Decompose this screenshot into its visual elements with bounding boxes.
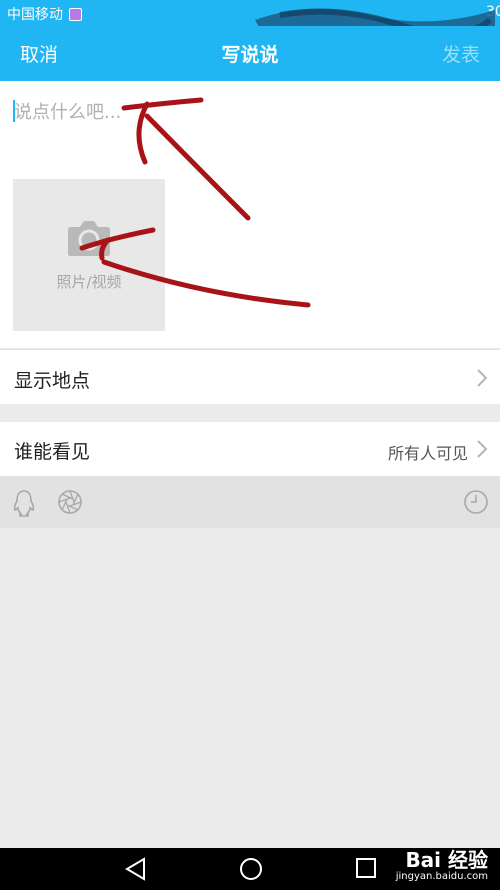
post-text-input[interactable] [14, 99, 474, 125]
carrier-info: 中国移动 [7, 4, 82, 24]
camera-icon [68, 221, 110, 256]
page-title: 写说说 [221, 44, 279, 66]
chevron-right-icon [477, 369, 488, 387]
qq-penguin-icon[interactable] [12, 489, 36, 517]
location-label: 显示地点 [14, 370, 91, 392]
clock-icon[interactable] [463, 489, 489, 515]
recents-square-icon[interactable] [354, 856, 378, 880]
visibility-row[interactable]: 谁能看见 所有人可见 [0, 422, 500, 476]
compose-area: 照片/视频 [0, 81, 500, 348]
watermark-brand: Bai 经验 [405, 848, 488, 872]
title-bar: 取消 写说说 发表 [0, 26, 500, 81]
home-circle-icon[interactable] [238, 856, 264, 882]
show-location-row[interactable]: 显示地点 [0, 349, 500, 404]
compose-toolbar [0, 476, 500, 528]
baidu-jingyan-watermark: Bai 经验 jingyan.baidu.com [396, 850, 488, 882]
system-nav-bar: Bai 经验 jingyan.baidu.com [0, 848, 500, 890]
visibility-value: 所有人可见 [387, 444, 468, 463]
chevron-right-icon [477, 440, 488, 458]
publish-button[interactable]: 发表 [442, 40, 480, 67]
sim-icon [69, 7, 82, 21]
media-label: 照片/视频 [56, 273, 122, 291]
add-media-button[interactable]: 照片/视频 [13, 179, 165, 331]
aperture-icon[interactable] [57, 489, 83, 515]
watermark-url: jingyan.baidu.com [395, 871, 488, 882]
carrier-name: 中国移动 [7, 7, 63, 23]
visibility-label: 谁能看见 [14, 441, 91, 463]
back-triangle-icon[interactable] [124, 856, 148, 882]
